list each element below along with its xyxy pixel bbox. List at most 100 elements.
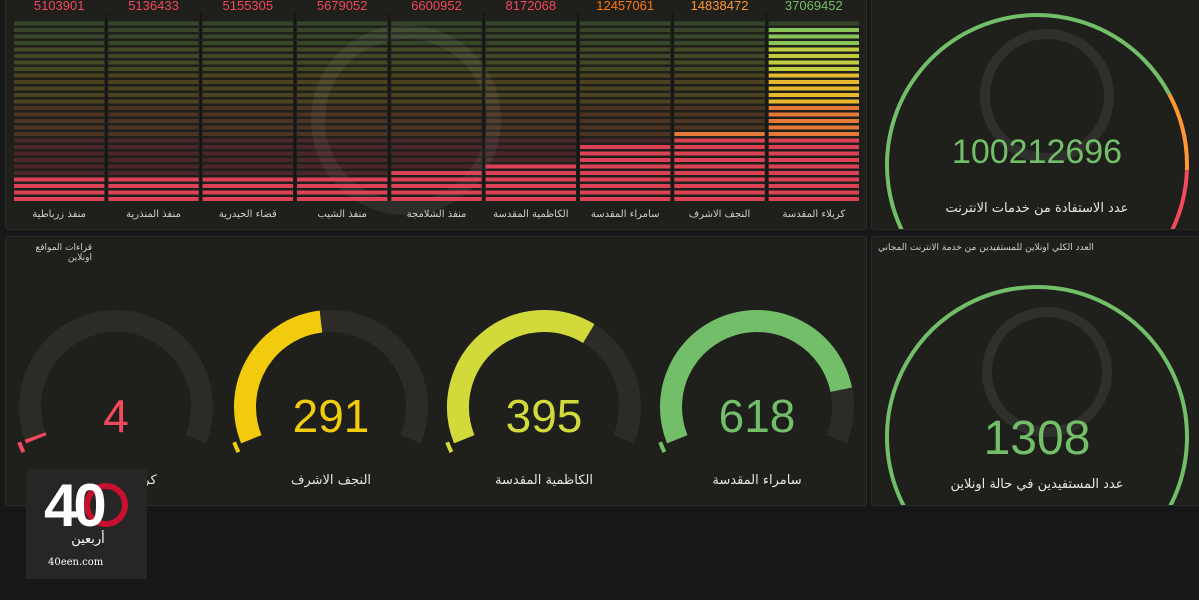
bar-segment [674,21,765,26]
bar-segment [202,54,293,58]
bar-segment [768,184,859,188]
bar-segment [580,67,671,71]
bar-segment [485,138,576,143]
bar-segment [297,80,388,84]
bar-segment [202,112,293,117]
bar-segment [674,67,765,71]
bar-segment [391,28,482,32]
bar-segment [14,138,105,143]
bar-segment [580,171,671,175]
bar-segment [674,54,765,58]
bar-segment [297,125,388,130]
bar-segment [14,197,105,201]
bar-segment [485,80,576,84]
bar-segment [391,158,482,162]
bar-segment [674,132,765,136]
bar-segment [391,177,482,182]
bar-segment [674,151,765,156]
bar-segment [580,21,671,26]
bar-segment [391,86,482,91]
bar-segment [391,119,482,123]
bar-segment [202,190,293,195]
bar-segment [485,151,576,156]
bar-segment [14,73,105,78]
bar-segment [485,164,576,169]
bar-value-label: 5679052 [317,0,368,13]
bar-segment [391,171,482,175]
bar-segment [768,132,859,136]
bar-segment [485,99,576,104]
bar-segment [297,99,388,104]
bar-segment [768,67,859,71]
bar-segment [674,106,765,110]
bar-segment [14,34,105,39]
bar-segment [391,67,482,71]
bar-segment [108,158,199,162]
bar-segment [202,184,293,188]
bar-segment [768,60,859,65]
bar-segment [768,47,859,52]
bar-segment [14,158,105,162]
bar-segment [202,138,293,143]
bar-segment [580,164,671,169]
bar-segment [202,177,293,182]
bar-segment [768,112,859,117]
bar-segment [674,145,765,149]
bar-segment [485,86,576,91]
bar-segment [768,190,859,195]
bar-segment [674,47,765,52]
sites-online-panel: قراءات المواقع اونلاين 4كربلاء المقدسة29… [5,236,867,506]
bar-0 [14,21,105,201]
bar-segment [674,125,765,130]
bar-segment [768,28,859,32]
bar-segment [297,73,388,78]
bar-segment [580,93,671,97]
bar-segment [297,119,388,123]
bar-segment [768,151,859,156]
bar-segment [202,47,293,52]
bar-segment [297,112,388,117]
bar-segment [768,80,859,84]
bar-segment [297,197,388,201]
bar-segment [202,73,293,78]
bar-segment [108,86,199,91]
bar-segment [202,86,293,91]
bar-segment [202,151,293,156]
bar-segment [297,158,388,162]
bar-segment [108,28,199,32]
bar-segment [485,112,576,117]
bar-chart: 5103901 منفذ زرباطية 5136433 منفذ المنذرية 5… [14,0,859,220]
bar-segment [297,86,388,91]
bar-segment [297,177,388,182]
bar-segment [580,41,671,45]
bar-category-label: سامراء المقدسة [591,209,660,220]
bar-8 [768,21,859,201]
bar-segment [14,106,105,110]
bar-segment [580,132,671,136]
bar-category-label: كربلاء المقدسة [783,209,846,220]
site-gauge: 291 النجف الاشرف [226,297,436,497]
bar-segment [768,138,859,143]
bar-7 [674,21,765,201]
bar-segment [768,34,859,39]
bar-segment [580,80,671,84]
bar-segment [485,190,576,195]
bar-1 [108,21,199,201]
bar-segment [485,73,576,78]
bar-segment [485,54,576,58]
bar-segment [14,119,105,123]
bar-segment [674,86,765,91]
site-gauge: 395 الكاظمية المقدسة [439,297,649,497]
bar-segment [768,164,859,169]
bar-segment [674,112,765,117]
bar-segment [674,197,765,201]
bar-segment [768,73,859,78]
bar-value-label: 37069452 [785,0,843,13]
online-beneficiaries-label: عدد المستفيدين في حالة اونلاين [950,477,1124,492]
bar-value-label: 5136433 [128,0,179,13]
bar-segment [580,28,671,32]
bar-segment [108,177,199,182]
bar-segment [580,177,671,182]
bar-segment [14,47,105,52]
bar-segment [485,60,576,65]
